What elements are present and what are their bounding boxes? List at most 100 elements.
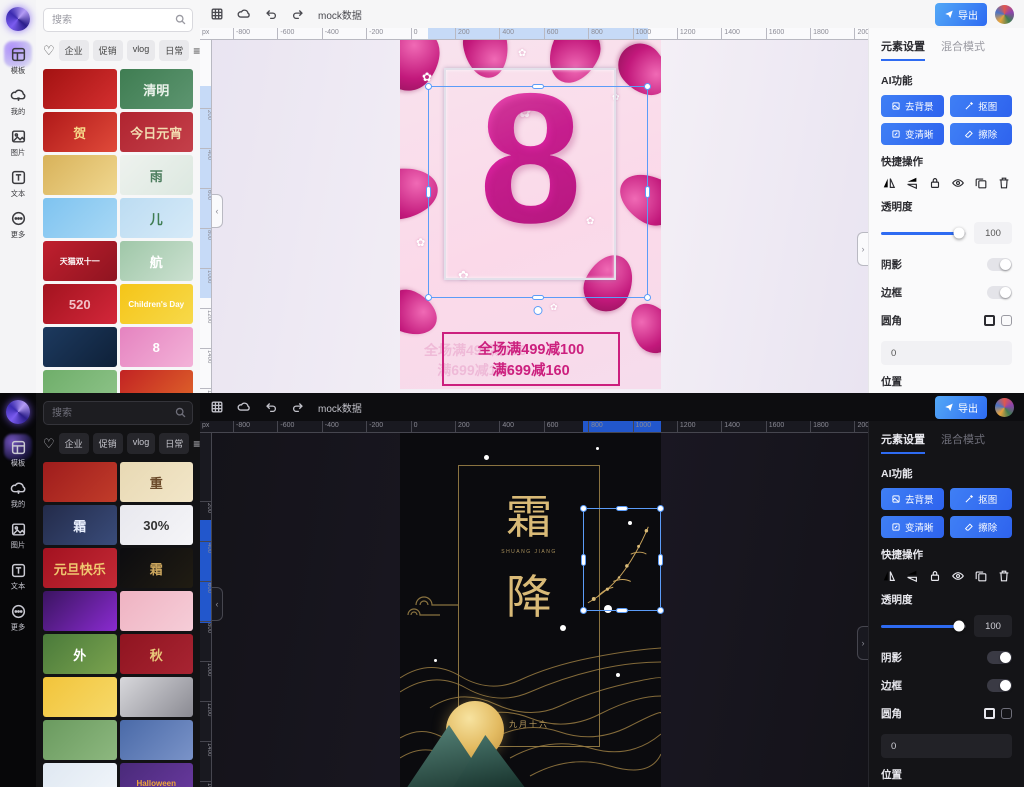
resize-handle[interactable] <box>580 607 587 614</box>
remove-background-button[interactable]: 去背景 <box>881 95 944 117</box>
template-thumbnail[interactable] <box>43 720 117 760</box>
trash-icon[interactable] <box>997 569 1011 583</box>
template-thumbnail[interactable] <box>120 720 194 760</box>
filter-chip[interactable]: 日常 <box>159 40 189 61</box>
sidebar-item-mine[interactable]: 我的 <box>0 82 36 123</box>
template-thumbnail[interactable]: 30% <box>120 505 194 545</box>
flip-horizontal-icon[interactable] <box>882 569 896 583</box>
sidebar-item-more[interactable]: 更多 <box>0 205 36 246</box>
opacity-slider[interactable] <box>881 625 966 628</box>
template-thumbnail[interactable]: Halloween <box>120 763 194 787</box>
template-thumbnail[interactable]: 霜 <box>43 505 117 545</box>
radius-unlinked-icon[interactable] <box>1001 708 1012 719</box>
template-thumbnail[interactable]: 重 <box>120 462 194 502</box>
sidebar-item-templates[interactable]: 模板 <box>0 434 36 475</box>
tab-element-settings[interactable]: 元素设置 <box>881 38 925 61</box>
cloud-save-icon[interactable] <box>237 7 251 21</box>
template-thumbnail[interactable]: 清明 <box>120 69 194 109</box>
trash-icon[interactable] <box>997 176 1011 190</box>
flip-vertical-icon[interactable] <box>905 569 919 583</box>
resize-handle[interactable] <box>616 506 628 511</box>
app-logo[interactable] <box>6 400 30 424</box>
template-thumbnail[interactable]: 元旦快乐 <box>43 548 117 588</box>
favorite-heart-icon[interactable]: ♡ <box>43 44 55 57</box>
flip-horizontal-icon[interactable] <box>882 176 896 190</box>
search-input[interactable] <box>43 8 193 32</box>
undo-icon[interactable] <box>264 7 278 21</box>
cutout-button[interactable]: 抠图 <box>950 95 1013 117</box>
rotate-handle[interactable] <box>534 306 543 315</box>
template-thumbnail[interactable] <box>43 370 117 393</box>
resize-handle[interactable] <box>425 83 432 90</box>
resize-handle[interactable] <box>580 505 587 512</box>
duplicate-icon[interactable] <box>974 176 988 190</box>
slider-knob[interactable] <box>954 621 965 632</box>
template-thumbnail[interactable]: 秋 <box>120 634 194 674</box>
redo-icon[interactable] <box>291 7 305 21</box>
resize-handle[interactable] <box>658 554 663 566</box>
lock-icon[interactable] <box>928 569 942 583</box>
tab-blend-mode[interactable]: 混合模式 <box>941 38 985 61</box>
template-thumbnail[interactable] <box>43 327 117 367</box>
sidebar-item-images[interactable]: 图片 <box>0 516 36 557</box>
resize-handle[interactable] <box>532 295 544 300</box>
expand-panel-chevron[interactable]: › <box>857 626 868 660</box>
template-thumbnail[interactable] <box>43 198 117 238</box>
canvas-area[interactable]: -800-600-400-200020040060080010001200140… <box>200 421 868 787</box>
resize-handle[interactable] <box>657 505 664 512</box>
resize-handle[interactable] <box>426 186 431 198</box>
template-thumbnail[interactable] <box>43 591 117 631</box>
resize-handle[interactable] <box>581 554 586 566</box>
sidebar-item-mine[interactable]: 我的 <box>0 475 36 516</box>
template-thumbnail[interactable] <box>43 155 117 195</box>
layers-grid-icon[interactable] <box>210 400 224 414</box>
filter-chip[interactable]: 企业 <box>59 40 89 61</box>
radius-value-field[interactable]: 0 <box>881 734 1012 758</box>
tab-blend-mode[interactable]: 混合模式 <box>941 431 985 454</box>
expand-panel-chevron[interactable]: › <box>857 232 868 266</box>
template-thumbnail[interactable] <box>43 763 117 787</box>
sidebar-item-text[interactable]: 文本 <box>0 557 36 598</box>
enhance-button[interactable]: 变清晰 <box>881 516 944 538</box>
collapse-panel-chevron[interactable]: ‹ <box>212 587 223 621</box>
layers-grid-icon[interactable] <box>210 7 224 21</box>
sidebar-item-more[interactable]: 更多 <box>0 598 36 639</box>
erase-button[interactable]: 擦除 <box>950 516 1013 538</box>
remove-background-button[interactable]: 去背景 <box>881 488 944 510</box>
template-thumbnail[interactable]: 航 <box>120 241 194 281</box>
filter-chip[interactable]: 促销 <box>93 40 123 61</box>
filter-chip[interactable]: vlog <box>127 433 156 454</box>
template-thumbnail[interactable]: 霜 <box>120 548 194 588</box>
shadow-toggle[interactable] <box>987 258 1012 271</box>
eye-icon[interactable] <box>951 569 965 583</box>
radius-value-field[interactable]: 0 <box>881 341 1012 365</box>
export-button[interactable]: 导出 <box>935 396 987 419</box>
resize-handle[interactable] <box>645 186 650 198</box>
sidebar-item-images[interactable]: 图片 <box>0 123 36 164</box>
border-toggle[interactable] <box>987 286 1012 299</box>
resize-handle[interactable] <box>644 83 651 90</box>
filter-chip[interactable]: 促销 <box>93 433 123 454</box>
resize-handle[interactable] <box>425 294 432 301</box>
template-thumbnail[interactable] <box>43 69 117 109</box>
eye-icon[interactable] <box>951 176 965 190</box>
search-input[interactable] <box>43 401 193 425</box>
duplicate-icon[interactable] <box>974 569 988 583</box>
enhance-button[interactable]: 变清晰 <box>881 123 944 145</box>
template-thumbnail[interactable]: 今日元宵 <box>120 112 194 152</box>
favorite-heart-icon[interactable]: ♡ <box>43 437 55 450</box>
sidebar-item-text[interactable]: 文本 <box>0 164 36 205</box>
selection-box[interactable] <box>428 86 648 298</box>
template-thumbnail[interactable] <box>120 591 194 631</box>
template-thumbnail[interactable]: 520 <box>43 284 117 324</box>
collapse-panel-chevron[interactable]: ‹ <box>212 194 223 228</box>
cloud-save-icon[interactable] <box>237 400 251 414</box>
template-thumbnail[interactable] <box>120 370 194 393</box>
template-thumbnail[interactable]: 外 <box>43 634 117 674</box>
erase-button[interactable]: 擦除 <box>950 123 1013 145</box>
radius-unlinked-icon[interactable] <box>1001 315 1012 326</box>
export-button[interactable]: 导出 <box>935 3 987 26</box>
radius-linked-icon[interactable] <box>984 708 995 719</box>
resize-handle[interactable] <box>532 84 544 89</box>
canvas-area[interactable]: -800-600-400-200020040060080010001200140… <box>200 28 868 393</box>
